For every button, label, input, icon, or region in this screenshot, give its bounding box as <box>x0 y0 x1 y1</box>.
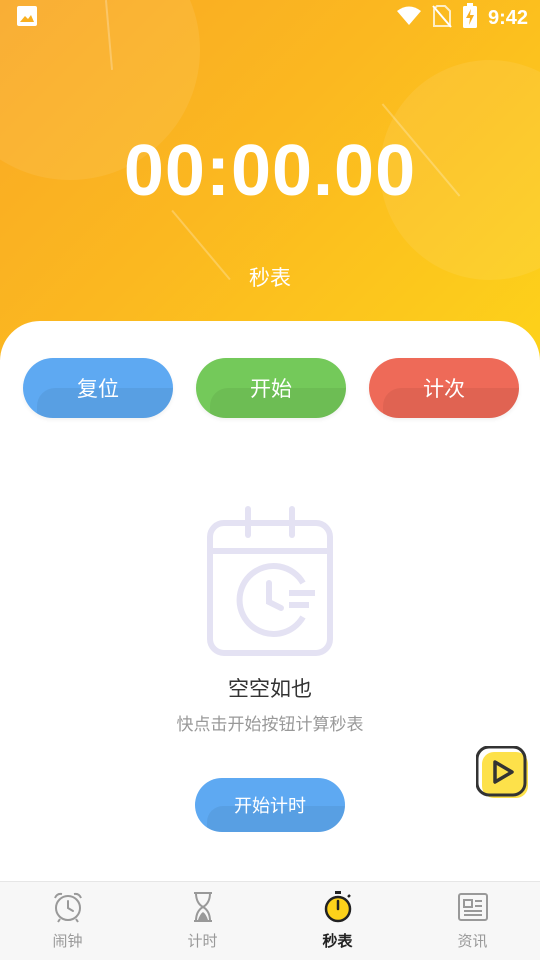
start-timing-button-label: 开始计时 <box>234 796 306 817</box>
status-bar: 9:42 <box>0 0 540 36</box>
tab-news-label: 资讯 <box>457 932 488 950</box>
start-button[interactable]: 开始 <box>196 358 346 418</box>
no-sim-icon <box>432 4 452 32</box>
play-icon[interactable] <box>475 745 530 800</box>
lap-button[interactable]: 计次 <box>369 358 519 418</box>
empty-state-title: 空空如也 <box>228 677 312 701</box>
tab-alarm[interactable]: 闹钟 <box>0 882 135 960</box>
tab-stopwatch-label: 秒表 <box>322 932 353 950</box>
bottom-tab-bar: 闹钟 计时 秒表 资讯 <box>0 881 540 960</box>
page-title: 秒表 <box>249 266 291 290</box>
wifi-icon <box>396 5 422 31</box>
tab-stopwatch[interactable]: 秒表 <box>270 882 405 960</box>
news-icon <box>456 890 490 924</box>
tab-timer[interactable]: 计时 <box>135 882 270 960</box>
reset-button[interactable]: 复位 <box>23 358 173 418</box>
reset-button-label: 复位 <box>77 377 119 401</box>
stopwatch-icon <box>321 890 355 924</box>
alarm-clock-icon <box>51 890 85 924</box>
status-time: 9:42 <box>487 6 528 29</box>
tab-news[interactable]: 资讯 <box>405 882 540 960</box>
start-timing-button[interactable]: 开始计时 <box>195 778 345 832</box>
calendar-clock-icon <box>205 505 335 660</box>
tab-timer-label: 计时 <box>187 932 218 950</box>
empty-state-hint: 快点击开始按钮计算秒表 <box>176 715 364 735</box>
hourglass-icon <box>186 890 220 924</box>
lap-button-label: 计次 <box>423 377 465 401</box>
image-icon <box>16 5 38 31</box>
tab-alarm-label: 闹钟 <box>52 932 83 950</box>
stopwatch-display: 00:00.00 <box>123 131 417 211</box>
battery-charging-icon <box>462 3 478 33</box>
start-button-label: 开始 <box>250 377 292 401</box>
